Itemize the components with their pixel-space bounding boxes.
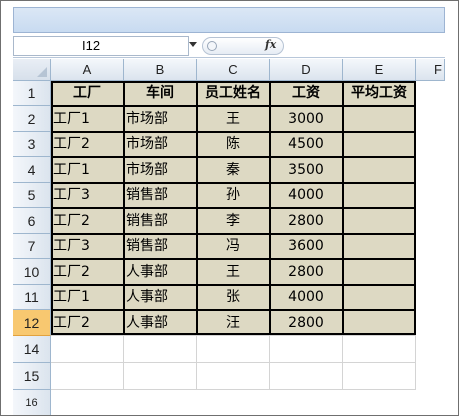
table-cell[interactable]: 人事部 <box>124 285 197 310</box>
name-box-dropdown-icon[interactable] <box>189 42 197 47</box>
table-cell[interactable]: 王 <box>197 106 270 132</box>
cell-header-name[interactable]: 员工姓名 <box>197 81 270 106</box>
cancel-circle-icon[interactable] <box>207 41 217 51</box>
empty-cell[interactable] <box>197 363 270 390</box>
table-cell[interactable]: 王 <box>197 259 270 285</box>
row-header-8[interactable]: 7 <box>13 234 51 259</box>
row-header-16[interactable]: 16 <box>13 390 51 415</box>
table-cell[interactable] <box>343 285 416 310</box>
table-cell[interactable]: 张 <box>197 285 270 310</box>
formula-input[interactable] <box>285 36 445 56</box>
empty-cell[interactable] <box>124 336 197 363</box>
formula-tools: fx <box>202 37 284 55</box>
empty-cell[interactable] <box>270 363 343 390</box>
empty-cell[interactable] <box>124 363 197 390</box>
row-header-10[interactable]: 10 <box>13 259 51 285</box>
select-all-triangle-icon <box>37 67 47 77</box>
table-cell[interactable]: 4000 <box>270 285 343 310</box>
cell-header-factory[interactable]: 工厂 <box>51 81 124 106</box>
empty-cell[interactable] <box>343 336 416 363</box>
row-header-6[interactable]: 5 <box>13 183 51 208</box>
ribbon-bar <box>13 7 445 33</box>
table-cell[interactable] <box>343 132 416 157</box>
table-cell[interactable]: 2800 <box>270 310 343 336</box>
select-all-button[interactable] <box>13 59 51 81</box>
table-cell[interactable]: 4500 <box>270 132 343 157</box>
table-cell[interactable]: 工厂2 <box>51 310 124 336</box>
table-cell[interactable]: 4000 <box>270 183 343 208</box>
table-cell[interactable]: 2800 <box>270 208 343 234</box>
table-cell[interactable]: 工厂2 <box>51 132 124 157</box>
table-cell[interactable]: 工厂2 <box>51 259 124 285</box>
table-cell[interactable]: 3500 <box>270 157 343 183</box>
empty-cell[interactable] <box>343 363 416 390</box>
formula-bar: I12 fx <box>13 34 445 58</box>
row-header-3[interactable]: 3 <box>13 132 51 157</box>
table-cell[interactable] <box>343 157 416 183</box>
table-cell[interactable]: 3000 <box>270 106 343 132</box>
column-header-c[interactable]: C <box>197 59 270 81</box>
column-header-f[interactable]: F <box>416 59 445 81</box>
window-frame: I12 fx A B C D E F 1 2 3 4 5 6 7 10 11 1… <box>0 0 459 416</box>
empty-cell[interactable] <box>197 336 270 363</box>
name-box[interactable]: I12 <box>13 36 189 56</box>
empty-cell[interactable] <box>51 336 124 363</box>
table-cell[interactable] <box>343 106 416 132</box>
table-cell[interactable]: 陈 <box>197 132 270 157</box>
table-cell[interactable] <box>343 234 416 259</box>
table-cell[interactable]: 工厂3 <box>51 183 124 208</box>
table-cell[interactable] <box>343 310 416 336</box>
row-header-14[interactable]: 14 <box>13 336 51 363</box>
insert-function-icon[interactable]: fx <box>265 38 276 51</box>
table-cell[interactable] <box>343 208 416 234</box>
row-header-15[interactable]: 15 <box>13 363 51 390</box>
column-header-d[interactable]: D <box>270 59 343 81</box>
row-header-12[interactable]: 12 <box>13 310 51 336</box>
table-cell[interactable]: 李 <box>197 208 270 234</box>
row-header-11[interactable]: 11 <box>13 285 51 310</box>
cell-header-salary[interactable]: 工资 <box>270 81 343 106</box>
table-cell[interactable]: 销售部 <box>124 208 197 234</box>
table-cell[interactable]: 工厂3 <box>51 234 124 259</box>
row-header-1[interactable]: 1 <box>13 81 51 106</box>
table-cell[interactable]: 汪 <box>197 310 270 336</box>
empty-cell[interactable] <box>270 336 343 363</box>
column-header-b[interactable]: B <box>124 59 197 81</box>
table-cell[interactable]: 秦 <box>197 157 270 183</box>
table-cell[interactable]: 工厂1 <box>51 285 124 310</box>
table-cell[interactable]: 3600 <box>270 234 343 259</box>
empty-cell[interactable] <box>51 363 124 390</box>
table-cell[interactable]: 销售部 <box>124 183 197 208</box>
spreadsheet-grid: A B C D E F 1 2 3 4 5 6 7 10 11 12 14 15… <box>13 59 445 415</box>
table-cell[interactable]: 销售部 <box>124 234 197 259</box>
table-cell[interactable]: 冯 <box>197 234 270 259</box>
table-cell[interactable]: 工厂1 <box>51 106 124 132</box>
cell-header-avg-salary[interactable]: 平均工资 <box>343 81 416 106</box>
table-cell[interactable]: 市场部 <box>124 106 197 132</box>
row-header-4[interactable]: 4 <box>13 157 51 183</box>
table-cell[interactable]: 市场部 <box>124 157 197 183</box>
column-header-e[interactable]: E <box>343 59 416 81</box>
cell-header-workshop[interactable]: 车间 <box>124 81 197 106</box>
row-header-7[interactable]: 6 <box>13 208 51 234</box>
table-cell[interactable] <box>343 183 416 208</box>
row-header-2[interactable]: 2 <box>13 106 51 132</box>
table-cell[interactable]: 孙 <box>197 183 270 208</box>
table-cell[interactable]: 人事部 <box>124 310 197 336</box>
table-cell[interactable]: 2800 <box>270 259 343 285</box>
table-cell[interactable]: 工厂1 <box>51 157 124 183</box>
table-cell[interactable]: 人事部 <box>124 259 197 285</box>
table-cell[interactable] <box>343 259 416 285</box>
column-header-a[interactable]: A <box>51 59 124 81</box>
table-cell[interactable]: 市场部 <box>124 132 197 157</box>
table-cell[interactable]: 工厂2 <box>51 208 124 234</box>
